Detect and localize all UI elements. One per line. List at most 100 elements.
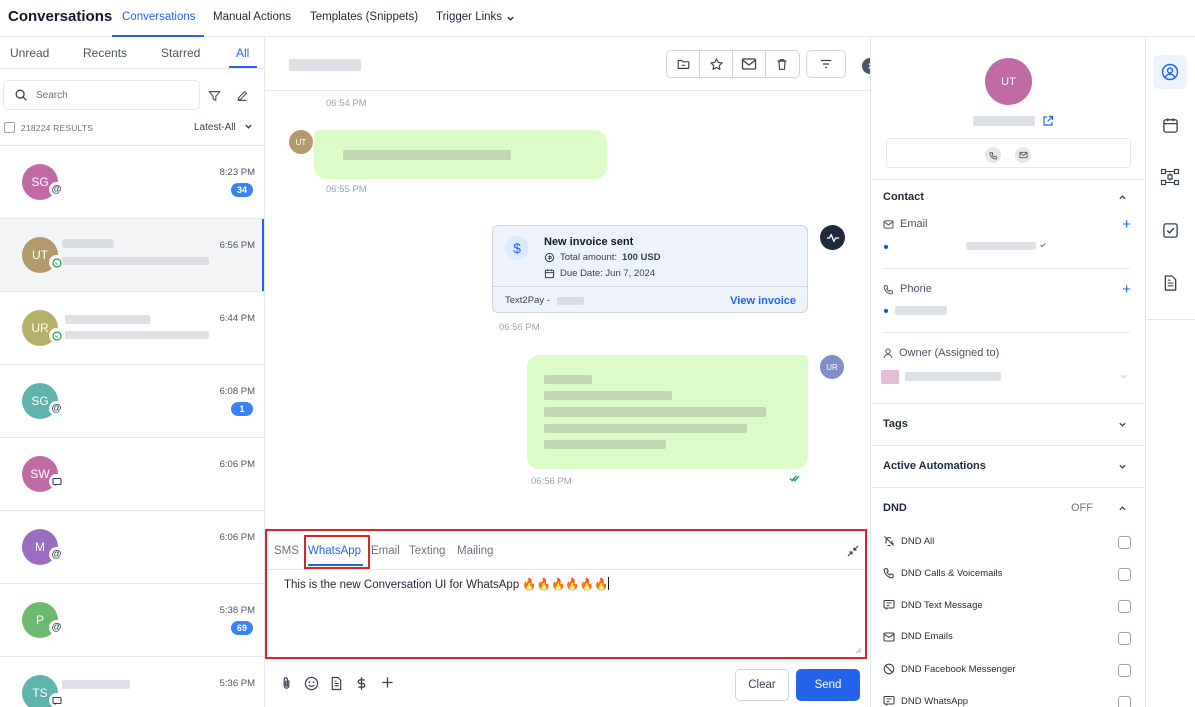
- sort-dropdown[interactable]: Latest-All: [194, 122, 253, 133]
- document-icon[interactable]: [330, 676, 343, 691]
- mail-icon: [883, 219, 894, 229]
- composer-tab-email[interactable]: Email: [371, 545, 400, 557]
- dnd-facebook-checkbox[interactable]: [1118, 664, 1131, 677]
- dnd-section-title: DND: [883, 502, 907, 514]
- invoice-title: New invoice sent: [544, 236, 634, 248]
- collapse-icon[interactable]: [847, 545, 859, 557]
- ban-icon: [883, 663, 895, 675]
- contact-section-title: Contact: [883, 191, 924, 203]
- divider: [493, 286, 807, 287]
- conversation-item[interactable]: SG @ 8:23 PM 34: [0, 146, 264, 219]
- tags-section-title[interactable]: Tags: [883, 418, 908, 430]
- sort-label: Latest-All: [194, 122, 236, 133]
- whatsapp-icon: [49, 328, 64, 343]
- thread-header: [265, 37, 870, 91]
- filter-icon[interactable]: [207, 89, 222, 103]
- blurred-contact-name: [973, 116, 1035, 126]
- chevron-down-icon[interactable]: [1118, 462, 1127, 471]
- mail-icon[interactable]: [733, 51, 766, 77]
- dnd-text-checkbox[interactable]: [1118, 600, 1131, 613]
- phone-icon[interactable]: [985, 147, 1001, 163]
- filter-tab-unread[interactable]: Unread: [10, 46, 49, 60]
- results-count: 218224 RESULTS: [21, 123, 94, 133]
- view-invoice-link[interactable]: View invoice: [730, 295, 796, 307]
- search-icon: [14, 88, 28, 102]
- chevron-down-icon[interactable]: [506, 14, 515, 23]
- automations-section-title[interactable]: Active Automations: [883, 460, 986, 472]
- composer-tab-texting[interactable]: Texting: [409, 545, 445, 557]
- tab-conversations[interactable]: Conversations: [122, 11, 196, 23]
- search-input[interactable]: Search: [3, 80, 200, 110]
- dnd-calls-checkbox[interactable]: [1118, 568, 1131, 581]
- conversation-item[interactable]: SG @ 6:08 PM 1: [0, 365, 264, 438]
- filter-tab-recents[interactable]: Recents: [83, 46, 127, 60]
- message-icon: [883, 695, 895, 707]
- blurred-owner-name: [905, 372, 1001, 381]
- external-link-icon[interactable]: [1042, 115, 1054, 127]
- tab-trigger-links[interactable]: Trigger Links: [436, 11, 502, 23]
- star-icon[interactable]: [700, 51, 733, 77]
- workflow-icon[interactable]: [1153, 160, 1187, 194]
- avatar: UR: [820, 355, 844, 379]
- blurred-email: [966, 242, 1036, 250]
- conversation-time: 6:56 PM: [219, 240, 255, 251]
- filter-tab-starred[interactable]: Starred: [161, 46, 200, 60]
- conversation-item-selected[interactable]: UT 6:56 PM: [0, 219, 264, 292]
- emoji-icon[interactable]: [304, 676, 319, 691]
- double-check-icon: [789, 474, 800, 483]
- filter-tab-all[interactable]: All: [236, 46, 249, 60]
- mail-icon[interactable]: [1015, 147, 1031, 163]
- send-button[interactable]: Send: [796, 669, 860, 701]
- blurred-preview: [62, 257, 209, 265]
- conversation-item[interactable]: P @ 5:38 PM 69: [0, 584, 264, 657]
- conversation-item[interactable]: TS 5:36 PM: [0, 657, 264, 707]
- invoice-source: Text2Pay -: [505, 295, 550, 306]
- dnd-facebook-option: DND Facebook Messenger: [883, 663, 1016, 675]
- message-icon: [49, 693, 64, 707]
- add-phone-button[interactable]: +: [1122, 282, 1131, 297]
- tab-manual-actions[interactable]: Manual Actions: [213, 11, 291, 23]
- calendar-icon[interactable]: [1153, 108, 1187, 142]
- message-composer: SMS WhatsApp Email Texting Mailing This …: [265, 529, 867, 659]
- tab-templates[interactable]: Templates (Snippets): [310, 11, 418, 23]
- compose-icon[interactable]: [235, 89, 249, 103]
- dnd-all-checkbox[interactable]: [1118, 536, 1131, 549]
- conversation-item[interactable]: M @ 6:06 PM: [0, 511, 264, 584]
- at-icon: @: [49, 620, 64, 635]
- outgoing-message-bubble: [527, 355, 808, 469]
- owner-select[interactable]: [881, 367, 1134, 387]
- user-circle-icon[interactable]: [1153, 55, 1187, 89]
- conversation-time: 5:36 PM: [219, 678, 255, 689]
- resize-handle-icon[interactable]: [855, 647, 862, 654]
- divider: [871, 403, 1145, 404]
- conversation-item[interactable]: UR 6:44 PM: [0, 292, 264, 365]
- divider: [883, 268, 1130, 269]
- checkbox-task-icon[interactable]: [1153, 213, 1187, 247]
- composer-tab-sms[interactable]: SMS: [274, 545, 299, 557]
- clear-button[interactable]: Clear: [735, 669, 789, 701]
- select-all-checkbox[interactable]: [4, 122, 15, 133]
- message-time: 06:54 PM: [326, 98, 367, 109]
- dollar-icon[interactable]: [356, 676, 367, 691]
- phone-label: Phone: [900, 283, 932, 295]
- phone-icon: [883, 284, 894, 295]
- message-input[interactable]: This is the new Conversation UI for What…: [284, 577, 610, 591]
- chevron-up-icon[interactable]: [1118, 193, 1127, 202]
- add-email-button[interactable]: +: [1122, 217, 1131, 232]
- composer-tab-mailing[interactable]: Mailing: [457, 545, 493, 557]
- chevron-up-icon[interactable]: [1118, 504, 1127, 513]
- dnd-emails-checkbox[interactable]: [1118, 632, 1131, 645]
- document-icon[interactable]: [1153, 266, 1187, 300]
- chevron-right-icon[interactable]: [862, 58, 870, 74]
- amount-label: Total amount:: [560, 252, 618, 263]
- paperclip-icon[interactable]: [280, 676, 293, 691]
- filter-lines-button[interactable]: [806, 50, 846, 78]
- trash-icon[interactable]: [766, 51, 799, 77]
- conversation-item[interactable]: SW 6:06 PM: [0, 438, 264, 511]
- dnd-whatsapp-checkbox[interactable]: [1118, 696, 1131, 707]
- plus-icon[interactable]: [381, 676, 394, 689]
- conversation-list-panel: Unread Recents Starred All Search 218224…: [0, 37, 265, 707]
- chevron-down-icon[interactable]: [1118, 420, 1127, 429]
- message-text: This is the new Conversation UI for What…: [284, 579, 609, 591]
- folder-icon[interactable]: [667, 51, 700, 77]
